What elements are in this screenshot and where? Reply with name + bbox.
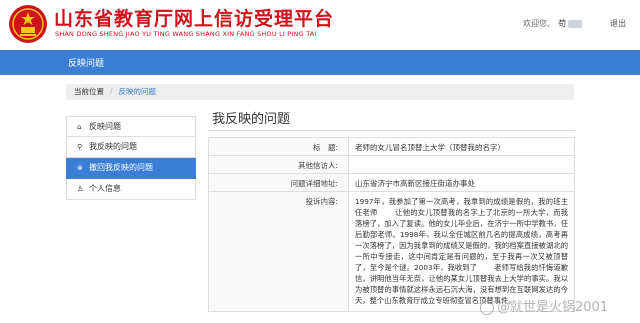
other-visitor-value [348,155,575,174]
sidebar-item-report[interactable]: ⌂ 反映问题 [66,116,196,137]
welcome-label: 欢迎您, [523,19,550,28]
logout-link[interactable]: 退出 [610,18,626,29]
report-detail-table: 标 题: 老师的女儿冒名顶替上大学（顶替我的名字） 其他信访人: 问题详细地址:… [208,137,575,312]
complaint-content-text: 1997年，我参加了第一次高考，我拿到的成绩是假的，我的班主任老师 让他的女儿顶… [355,197,568,305]
home-icon: ⌂ [77,123,82,131]
site-pinyin: SHAN DONG SHENG JIAO YU TING WANG SHANG … [55,30,317,38]
other-visitor-label: 其他信访人: [208,155,349,174]
table-row: 投诉内容: 1997年，我参加了第一次高考，我拿到的成绩是假的，我的班主任老师 … [208,191,575,312]
table-row: 标 题: 老师的女儿冒名顶替上大学（顶替我的名字） [208,137,575,156]
page-title: 我反映的问题 [212,112,291,127]
user-name: 苟 [558,19,567,28]
breadcrumb-label: 当前位置 [74,87,104,96]
main-navbar: 反映问题 [0,50,640,75]
complaint-content-label: 投诉内容: [208,191,349,312]
title-divider [208,130,575,131]
sidebar-item-withdraw[interactable]: ⊗ 撤回我反映的问题 [66,158,196,179]
sidebar-item-profile[interactable]: ♙ 个人信息 [66,179,196,200]
national-emblem-icon [9,5,47,43]
site-title: 山东省教育厅网上信访受理平台 [54,8,335,30]
sidebar-item-my-reports[interactable]: ⚲ 我反映的问题 [66,137,196,158]
table-row: 问题详细地址: 山东省济宁市高新区接庄街道办事处 [208,173,575,192]
breadcrumb: 当前位置 / 反映的问题 [66,84,574,100]
address-label: 问题详细地址: [208,173,349,192]
search-icon: ⚲ [77,143,83,151]
redacted-name-block [568,19,583,28]
breadcrumb-current[interactable]: 反映的问题 [119,87,157,96]
sidebar-item-label: 我反映的问题 [89,142,137,151]
site-header: 山东省教育厅网上信访受理平台 SHAN DONG SHENG JIAO YU T… [0,0,640,48]
sidebar-item-label: 个人信息 [89,184,121,193]
user-icon: ♙ [77,185,84,193]
complaint-content-cell: 1997年，我参加了第一次高考，我拿到的成绩是假的，我的班主任老师 让他的女儿顶… [348,191,575,312]
subject-label: 标 题: [208,137,349,156]
watermark-text: @就世是火锅2001 [497,300,609,315]
nav-item-report[interactable]: 反映问题 [68,56,104,69]
subject-value: 老师的女儿冒名顶替上大学（顶替我的名字） [348,137,575,156]
circle-x-icon: ⊗ [77,164,83,172]
address-value: 山东省济宁市高新区接庄街道办事处 [348,173,575,192]
breadcrumb-separator: / [110,87,113,96]
weibo-watermark: @就世是火锅2001 [480,296,608,315]
weibo-logo-icon [480,300,494,315]
welcome-text: 欢迎您, 苟 [523,18,583,29]
sidebar: ⌂ 反映问题 ⚲ 我反映的问题 ⊗ 撤回我反映的问题 ♙ 个人信息 [66,116,196,200]
table-row: 其他信访人: [208,155,575,174]
sidebar-item-label: 撤回我反映的问题 [89,163,153,172]
sidebar-item-label: 反映问题 [89,122,121,131]
